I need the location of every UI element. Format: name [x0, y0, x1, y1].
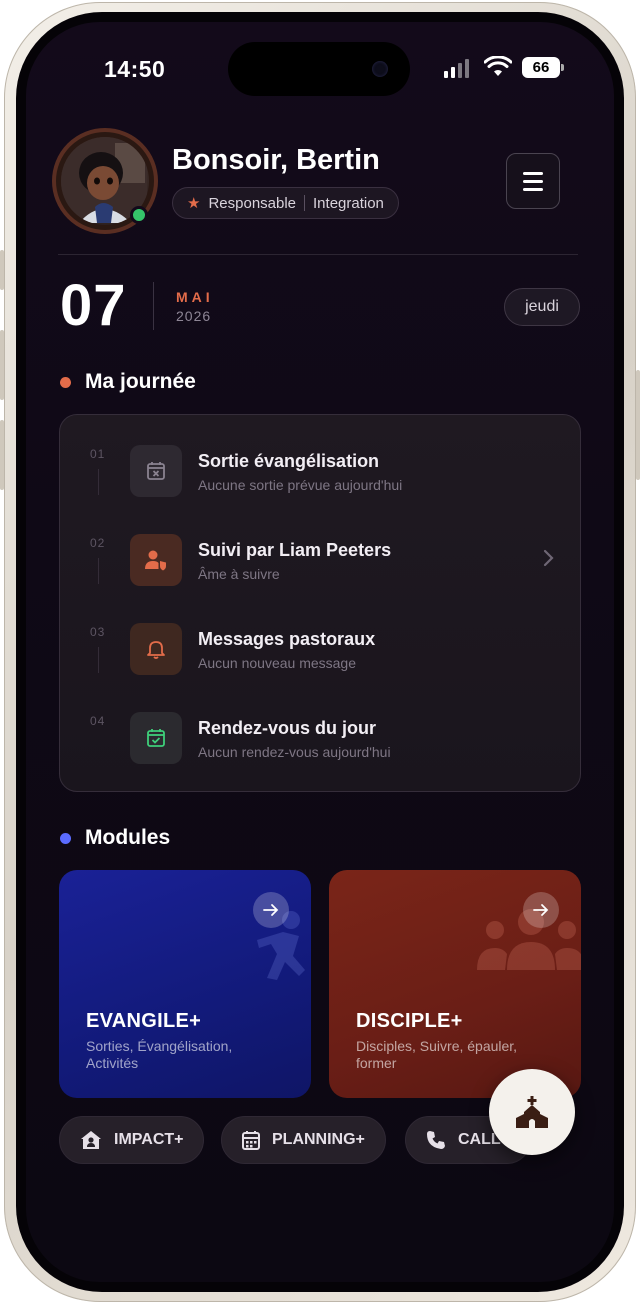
task-connector — [98, 647, 99, 673]
calendar-icon — [242, 1131, 260, 1150]
role-badge: ★ Responsable Integration — [172, 187, 399, 219]
task-number: 04 — [90, 714, 106, 728]
bell-icon — [130, 623, 182, 675]
date-month: MAI — [176, 289, 214, 305]
signal-icon — [444, 58, 469, 78]
camera-icon — [372, 61, 388, 77]
calendar-check-icon — [130, 712, 182, 764]
weekday-badge: jeudi — [504, 288, 580, 326]
task-subtitle: Âme à suivre — [198, 566, 280, 582]
hamburger-icon-line — [523, 187, 543, 191]
section-title-my-day: Ma journée — [60, 370, 196, 394]
chip-label: PLANNING+ — [272, 1131, 365, 1148]
task-title: Messages pastoraux — [198, 629, 376, 649]
module-title: EVANGILE+ — [86, 1010, 202, 1032]
task-number: 01 — [90, 447, 106, 461]
church-fab-button[interactable] — [489, 1069, 575, 1155]
task-number: 03 — [90, 625, 106, 639]
battery-indicator: 66 — [522, 57, 564, 78]
task-title: Suivi par Liam Peeters — [198, 540, 392, 560]
module-card-disciple[interactable]: DISCIPLE+ Disciples, Suivre, épauler, fo… — [329, 870, 581, 1098]
module-description: Disciples, Suivre, épauler, former — [356, 1038, 518, 1071]
phone-volume-down — [0, 420, 4, 490]
home-indicator — [245, 1258, 395, 1263]
header-divider — [58, 254, 578, 255]
user-shield-icon — [130, 534, 182, 586]
section-title-modules: Modules — [60, 826, 170, 850]
task-item[interactable]: 03 Messages pastoraux Aucun nouveau mess… — [60, 615, 580, 687]
dynamic-island — [228, 42, 410, 96]
task-connector — [98, 558, 99, 584]
chip-planning[interactable]: PLANNING+ — [221, 1116, 386, 1164]
chip-impact[interactable]: IMPACT+ — [59, 1116, 205, 1164]
star-icon: ★ — [187, 195, 201, 212]
arrow-right-icon — [253, 892, 289, 928]
task-title: Sortie évangélisation — [198, 451, 380, 471]
date-separator — [153, 282, 154, 330]
section-dot — [60, 832, 71, 844]
hamburger-icon-line — [523, 171, 543, 175]
task-title: Rendez-vous du jour — [198, 718, 377, 738]
greeting-title: Bonsoir, Bertin — [172, 144, 380, 176]
menu-button[interactable] — [506, 153, 560, 209]
status-time: 14:50 — [104, 56, 166, 82]
role-separator — [304, 195, 306, 211]
section-title-label: Ma journée — [85, 370, 196, 393]
app-screen: 14:50 66 Bonsoir, Bertin ★ Responsable I… — [26, 22, 614, 1282]
phone-volume-up — [0, 330, 4, 400]
wifi-icon — [484, 56, 512, 76]
task-item[interactable]: 01 Sortie évangélisation Aucune sortie p… — [60, 437, 580, 509]
module-description: Sorties, Évangélisation, Activités — [86, 1038, 233, 1071]
task-number: 02 — [90, 536, 106, 550]
phone-icon — [427, 1131, 445, 1149]
section-dot — [60, 376, 71, 388]
task-subtitle: Aucun nouveau message — [198, 655, 356, 671]
date-day: 07 — [60, 273, 127, 338]
phone-action-button — [0, 250, 4, 290]
task-subtitle: Aucun rendez-vous aujourd'hui — [198, 744, 391, 760]
section-title-label: Modules — [85, 826, 171, 849]
module-title: DISCIPLE+ — [356, 1010, 463, 1032]
my-day-card: 01 Sortie évangélisation Aucune sortie p… — [59, 414, 581, 792]
house-user-icon — [81, 1131, 101, 1149]
task-subtitle: Aucune sortie prévue aujourd'hui — [198, 477, 403, 493]
module-card-evangile[interactable]: EVANGILE+ Sorties, Évangélisation, Activ… — [59, 870, 311, 1098]
task-item[interactable]: 04 Rendez-vous du jour Aucun rendez-vous… — [60, 704, 580, 776]
task-item[interactable]: 02 Suivi par Liam Peeters Âme à suivre — [60, 526, 580, 598]
team-label: Integration — [313, 194, 384, 212]
church-icon — [516, 1096, 548, 1128]
chevron-right-icon — [543, 549, 554, 567]
phone-power-button — [636, 370, 640, 480]
date-year: 2026 — [176, 308, 212, 324]
online-status-dot — [130, 206, 148, 224]
arrow-right-icon — [523, 892, 559, 928]
role-label: Responsable — [208, 194, 297, 212]
task-connector — [98, 469, 99, 495]
hamburger-icon-line — [523, 179, 543, 183]
calendar-x-icon — [130, 445, 182, 497]
chip-label: IMPACT+ — [114, 1131, 184, 1148]
